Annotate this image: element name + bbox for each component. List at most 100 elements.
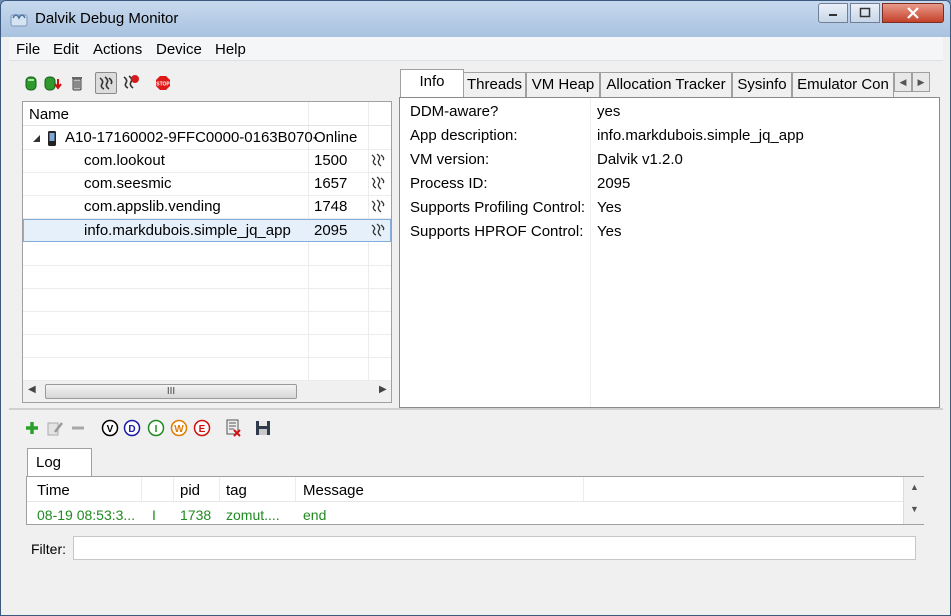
phone-icon	[48, 131, 56, 146]
svg-text:E: E	[199, 424, 206, 435]
tab-bar: Info Threads VM Heap Allocation Tracker …	[399, 69, 939, 98]
tab-scroll-arrows: ◀ ▶	[894, 72, 930, 92]
info-level-icon[interactable]: I	[147, 419, 165, 437]
maximize-button[interactable]	[850, 3, 880, 23]
scroll-left-icon[interactable]: ◀	[28, 384, 36, 395]
scroll-right-icon[interactable]: ▶	[379, 384, 387, 395]
process-pid: 2095	[314, 222, 348, 239]
log-panel: Time pid tag Message 08-19 08:53:3... I …	[26, 476, 924, 525]
tab-threads[interactable]: Threads	[463, 72, 526, 97]
horizontal-scrollbar[interactable]: ◀ III ▶	[22, 381, 392, 403]
device-table-header: Name	[23, 102, 391, 126]
info-row: Process ID: 2095	[400, 172, 939, 196]
tab-info[interactable]: Info	[400, 69, 464, 98]
info-row: Supports Profiling Control: Yes	[400, 196, 939, 220]
clear-log-icon[interactable]	[225, 419, 241, 437]
device-status: Online	[314, 129, 358, 146]
close-icon	[907, 7, 919, 19]
minimize-button[interactable]	[818, 3, 848, 23]
tag-column-header[interactable]: tag	[226, 482, 247, 499]
edit-filter-icon[interactable]	[47, 420, 63, 436]
filter-input[interactable]	[73, 536, 916, 560]
debug-level-icon[interactable]: D	[123, 419, 141, 437]
threads-icon	[371, 223, 385, 237]
info-row: DDM-aware? yes	[400, 100, 939, 124]
name-column-header[interactable]: Name	[29, 106, 69, 123]
tab-scroll-right-icon[interactable]: ▶	[912, 72, 930, 92]
tab-vm-heap[interactable]: VM Heap	[526, 72, 600, 97]
device-row[interactable]: A10-17160002-9FFC0000-0163B070- Online	[23, 127, 391, 150]
cause-gc-button[interactable]	[67, 72, 87, 94]
close-button[interactable]	[882, 3, 944, 23]
menu-actions[interactable]: Actions	[93, 41, 142, 58]
threads-icon	[99, 76, 113, 90]
save-log-icon[interactable]	[255, 420, 271, 436]
green-bug-arrow-icon	[44, 76, 62, 91]
scroll-up-icon[interactable]: ▲	[910, 482, 919, 492]
menu-file[interactable]: File	[16, 41, 40, 58]
info-key: Process ID:	[410, 175, 488, 192]
process-row[interactable]: com.seesmic 1657	[23, 173, 391, 196]
error-level-icon[interactable]: E	[193, 419, 211, 437]
log-tab[interactable]: Log	[27, 448, 92, 477]
scroll-thumb[interactable]: III	[45, 384, 297, 399]
tab-emulator-control[interactable]: Emulator Con	[792, 72, 894, 97]
tab-sysinfo[interactable]: Sysinfo	[732, 72, 792, 97]
svg-text:W: W	[174, 424, 184, 435]
menu-device[interactable]: Device	[156, 41, 202, 58]
stop-process-button[interactable]: STOP	[153, 72, 173, 94]
svg-text:V: V	[107, 424, 114, 435]
time-column-header[interactable]: Time	[37, 482, 70, 499]
filter-label: Filter:	[31, 541, 66, 557]
message-column-header[interactable]: Message	[303, 482, 364, 499]
remove-filter-icon[interactable]	[71, 421, 85, 435]
stop-threads-icon	[123, 75, 139, 89]
add-filter-icon[interactable]	[25, 421, 39, 435]
info-panel: DDM-aware? yes App description: info.mar…	[399, 97, 940, 408]
info-key: DDM-aware?	[410, 103, 499, 120]
green-bug-icon	[25, 76, 37, 91]
info-value: Dalvik v1.2.0	[597, 151, 683, 168]
info-row: App description: info.markdubois.simple_…	[400, 124, 939, 148]
threads-icon	[371, 199, 385, 213]
panel-splitter[interactable]	[9, 408, 943, 410]
info-key: VM version:	[410, 151, 490, 168]
menu-edit[interactable]: Edit	[53, 41, 79, 58]
tab-allocation-tracker[interactable]: Allocation Tracker	[600, 72, 732, 97]
debug-process-button[interactable]	[21, 72, 41, 94]
process-pid: 1748	[314, 198, 348, 215]
svg-text:I: I	[155, 424, 158, 435]
title-bar[interactable]: Dalvik Debug Monitor	[1, 1, 950, 37]
maximize-icon	[859, 7, 871, 18]
scroll-down-icon[interactable]: ▼	[910, 504, 919, 514]
log-row[interactable]: 08-19 08:53:3... I 1738 zomut.... end	[27, 503, 903, 525]
update-heap-button[interactable]	[43, 72, 63, 94]
process-row[interactable]: com.lookout 1500	[23, 150, 391, 173]
device-name: A10-17160002-9FFC0000-0163B070-	[65, 129, 318, 146]
pid-column-header[interactable]: pid	[180, 482, 200, 499]
update-threads-button[interactable]	[95, 72, 117, 94]
tab-scroll-left-icon[interactable]: ◀	[894, 72, 912, 92]
threads-icon	[371, 153, 385, 167]
process-row-selected[interactable]: info.markdubois.simple_jq_app 2095	[23, 219, 391, 242]
log-time: 08-19 08:53:3...	[37, 507, 136, 523]
warn-level-icon[interactable]: W	[170, 419, 188, 437]
info-key: App description:	[410, 127, 518, 144]
android-app-icon	[10, 14, 28, 27]
info-value: 2095	[597, 175, 631, 192]
client-area: STOP Name A10-17160002-9FFC0000-0163B070…	[9, 62, 943, 608]
menu-bar: File Edit Actions Device Help	[9, 37, 943, 61]
trash-can-icon	[72, 77, 82, 91]
stop-threads-button[interactable]	[121, 72, 141, 94]
expand-triangle-icon[interactable]	[33, 135, 41, 143]
menu-help[interactable]: Help	[215, 41, 246, 58]
process-name: com.lookout	[84, 152, 165, 169]
ddms-window: Dalvik Debug Monitor File Edit Actions D…	[0, 0, 951, 616]
process-row[interactable]: com.appslib.vending 1748	[23, 196, 391, 219]
info-value: info.markdubois.simple_jq_app	[597, 127, 804, 144]
info-key: Supports HPROF Control:	[410, 223, 584, 240]
verbose-level-icon[interactable]: V	[101, 419, 119, 437]
log-vertical-scrollbar[interactable]: ▲ ▼	[903, 477, 924, 524]
stop-icon: STOP	[156, 76, 170, 90]
log-message: end	[303, 507, 327, 523]
